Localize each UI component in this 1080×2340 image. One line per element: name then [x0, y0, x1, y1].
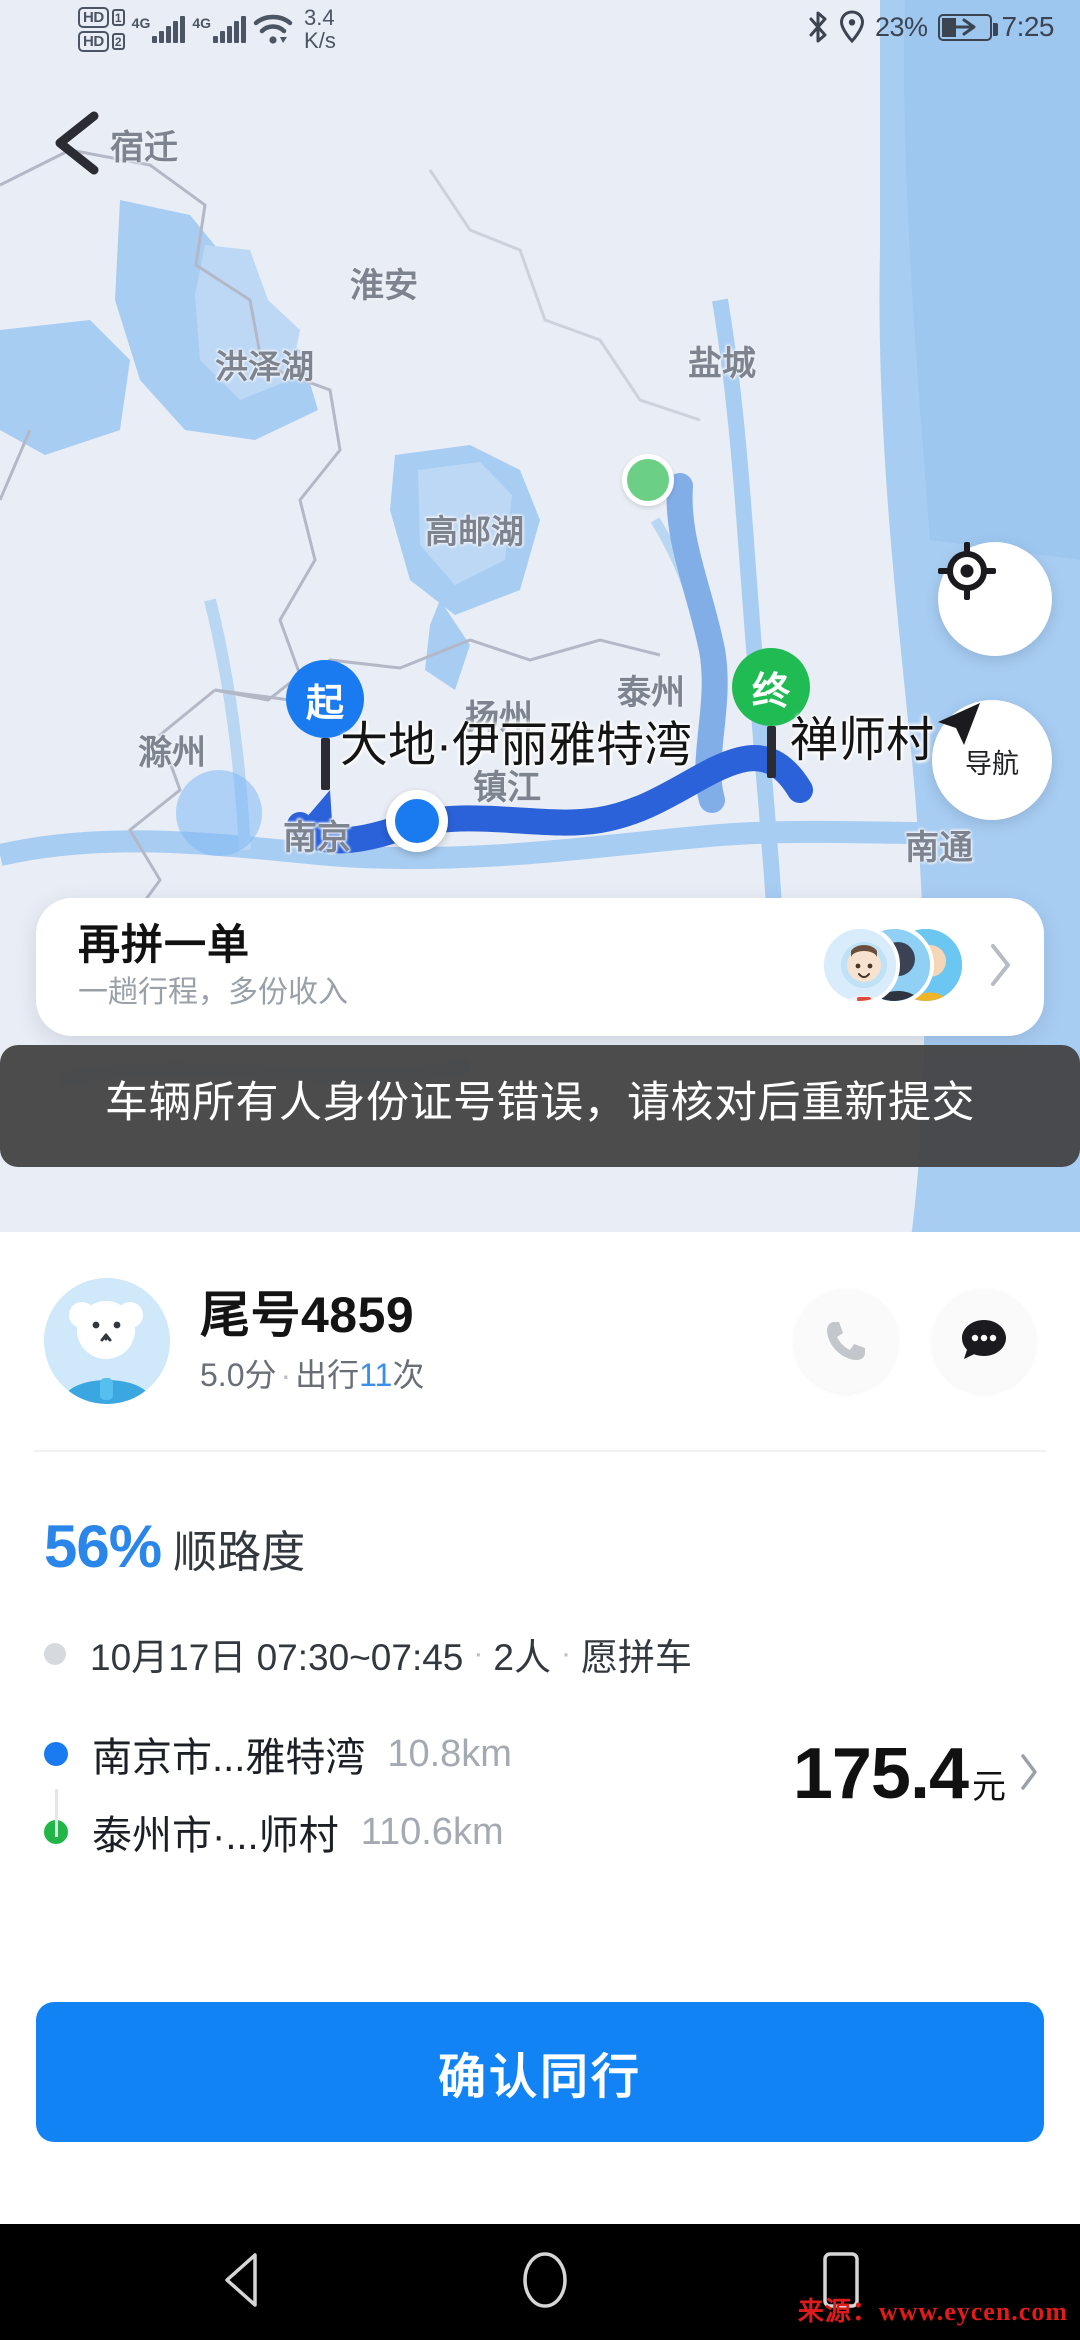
price-value: 175.4	[793, 1733, 968, 1815]
error-toast: 车辆所有人身份证号错误，请核对后重新提交	[0, 1045, 1080, 1167]
source-watermark: 来源：www.eycen.com	[798, 2291, 1068, 2328]
error-toast-message: 车辆所有人身份证号错误，请核对后重新提交	[34, 1073, 1046, 1133]
phone-screen: 宿迁 淮安 洪泽湖 盐城 高邮湖 扬州 泰州 镇江 滁州 南京 南通 起 大地·…	[0, 0, 1080, 2340]
origin-dot-icon	[44, 1742, 68, 1766]
driver-meta-separator: ·	[277, 1357, 296, 1393]
message-driver-button[interactable]	[932, 1289, 1036, 1393]
map-label-suqian: 宿迁	[110, 120, 178, 169]
chevron-right-icon	[1018, 1752, 1040, 1792]
driver-info: 尾号4859 5.0分·出行11次	[200, 1285, 794, 1397]
confirm-ride-button[interactable]: 确认同行	[36, 2002, 1044, 2142]
call-driver-button[interactable]	[794, 1289, 898, 1393]
back-triangle-icon	[217, 2251, 271, 2309]
trip-meta-sep-2: ·	[551, 1637, 581, 1671]
map-label-chuzhou: 滁州	[138, 725, 206, 774]
trip-passengers: 2人	[493, 1627, 551, 1681]
detour-percent: 56%	[44, 1512, 161, 1581]
map-label-gaoyouhu: 高邮湖	[425, 505, 524, 553]
destination-distance: 110.6km	[361, 1811, 504, 1854]
trip-meta-bullet-icon	[44, 1643, 66, 1665]
driver-actions	[794, 1289, 1036, 1393]
navigation-arrow-icon	[932, 700, 984, 748]
driver-row[interactable]: 尾号4859 5.0分·出行11次	[0, 1232, 1080, 1450]
carpool-promo-card[interactable]: 再拼一单 一趟行程，多份收入	[36, 898, 1044, 1036]
driver-trips-count: 11	[359, 1357, 392, 1393]
driver-rating: 5.0分	[200, 1357, 277, 1393]
driver-avatar[interactable]	[44, 1278, 170, 1404]
message-icon	[958, 1315, 1010, 1367]
map-label-yancheng: 盐城	[688, 336, 756, 385]
detour-label: 顺路度	[173, 1516, 305, 1580]
home-circle-icon	[521, 2249, 569, 2311]
price-unit: 元	[972, 1759, 1006, 1808]
back-button[interactable]	[48, 110, 104, 176]
trip-carpool-pref: 愿拼车	[581, 1627, 692, 1681]
map-label-nantong: 南通	[905, 820, 973, 869]
trip-detail-sheet: 尾号4859 5.0分·出行11次	[0, 1232, 1080, 2244]
map-pin-end-stem	[767, 726, 776, 778]
locate-icon	[938, 542, 996, 600]
current-location-dot	[386, 790, 448, 852]
carpool-promo-texts: 再拼一单 一趟行程，多份收入	[78, 921, 820, 1013]
route-connector	[55, 1789, 58, 1837]
map-label-hongzehu: 洪泽湖	[215, 340, 314, 388]
map-pin-start-stem	[321, 738, 330, 790]
detour-row: 56% 顺路度	[0, 1452, 1080, 1581]
destination-name: 泰州市·...师村	[92, 1803, 339, 1861]
carpool-promo-title: 再拼一单	[78, 921, 820, 969]
nav-back-button[interactable]	[217, 2251, 271, 2314]
map-poi-origin: 大地·伊丽雅特湾	[340, 705, 692, 775]
driver-trips-suffix: 次	[392, 1357, 424, 1393]
bear-avatar-icon	[44, 1278, 170, 1404]
trip-meta-sep-1: ·	[463, 1637, 493, 1671]
map-poi-destination: 禅师村	[790, 700, 934, 770]
driver-trips-prefix: 出行	[295, 1357, 359, 1393]
avatar-1	[820, 925, 900, 1005]
price-chevron	[1018, 1752, 1040, 1797]
driver-meta: 5.0分·出行11次	[200, 1353, 794, 1397]
route-block: 南京市...雅特湾 10.8km 泰州市·...师村 110.6km 175.4…	[0, 1681, 1080, 1871]
map-waypoint-dot[interactable]	[622, 454, 674, 506]
driver-name: 尾号4859	[200, 1285, 794, 1345]
navigate-button[interactable]: 导航	[932, 700, 1052, 820]
map-label-nanjing: 南京	[283, 810, 351, 859]
trip-datetime: 10月17日 07:30~07:45	[90, 1627, 463, 1681]
price-button[interactable]: 175.4 元	[793, 1733, 1040, 1815]
carpool-promo-chevron[interactable]	[988, 942, 1014, 993]
trip-meta-row: 10月17日 07:30~07:45 · 2人 · 愿拼车	[0, 1581, 1080, 1681]
chevron-right-icon	[988, 942, 1014, 988]
phone-icon	[822, 1317, 870, 1365]
origin-distance: 10.8km	[387, 1733, 512, 1776]
carpool-promo-subtitle: 一趟行程，多份收入	[78, 973, 820, 1013]
locate-button[interactable]	[938, 542, 1052, 656]
current-location-halo	[176, 770, 262, 856]
origin-name: 南京市...雅特湾	[92, 1725, 365, 1783]
chevron-left-icon	[48, 110, 104, 176]
nav-home-button[interactable]	[521, 2249, 569, 2316]
carpool-avatar-stack	[820, 925, 970, 1009]
map-label-huaian: 淮安	[350, 258, 418, 307]
